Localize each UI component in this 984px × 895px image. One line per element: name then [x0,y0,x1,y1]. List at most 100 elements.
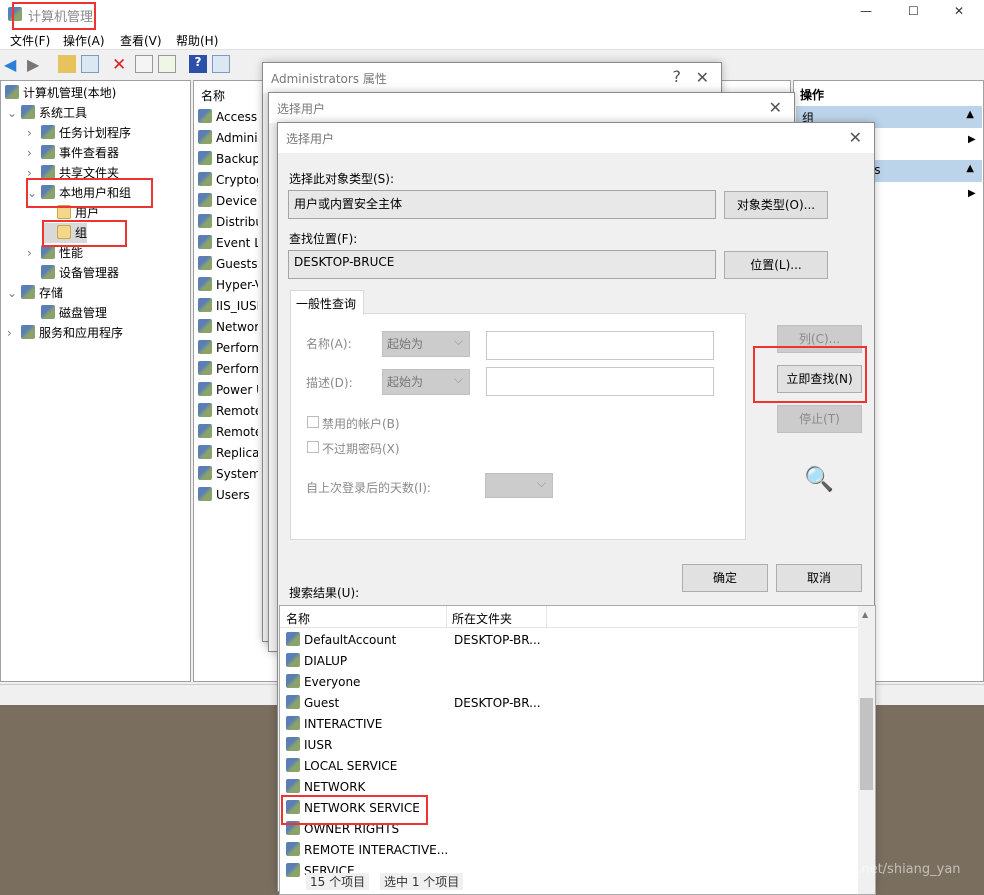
group-icon [198,109,212,123]
close-icon[interactable]: ✕ [696,68,709,87]
maximize-button[interactable]: ☐ [908,4,919,18]
up-folder-icon[interactable] [58,55,76,73]
export-icon[interactable] [158,55,176,73]
show-tree-icon[interactable] [81,55,99,73]
group-icon [286,716,300,730]
tree-item[interactable]: › 服务和应用程序 [7,323,123,343]
tree-item[interactable]: › 任务计划程序 [27,123,131,143]
description-mode-select[interactable]: 起始为 [382,369,470,395]
tree-item[interactable]: 设备管理器 [27,263,119,283]
tree-root[interactable]: 计算机管理(本地) [5,83,116,103]
days-since-logon-select[interactable] [485,473,553,498]
list-item[interactable]: Hyper-V [198,275,258,296]
forward-icon[interactable]: ▶ [27,55,45,74]
tree-item[interactable]: ⌄ 系统工具 [7,103,87,123]
result-row[interactable]: IUSR [286,735,866,756]
result-row[interactable]: DIALUP [286,651,866,672]
description-input[interactable] [486,367,714,396]
list-item[interactable]: Adminis [198,128,258,149]
list-item[interactable]: Perform [198,338,258,359]
list-item-label: Guests [216,257,258,271]
disabled-accounts-label: 禁用的帐户(B) [322,417,400,431]
result-row[interactable]: Everyone [286,672,866,693]
show-action-pane-icon[interactable] [212,55,230,73]
highlight-box-local-users-groups [26,178,153,208]
group-icon [198,151,212,165]
name-mode-select[interactable]: 起始为 [382,331,470,357]
results-header-folder[interactable]: 所在文件夹 [452,610,512,627]
help-icon[interactable]: ? [673,67,682,86]
result-row[interactable]: INTERACTIVE [286,714,866,735]
menu-action[interactable]: 操作(A) [63,32,105,49]
tab-common-queries[interactable]: 一般性查询 [290,290,364,315]
menu-file[interactable]: 文件(F) [10,32,50,49]
cancel-button[interactable]: 取消 [776,564,862,592]
result-row[interactable]: DefaultAccount DESKTOP-BR... [286,630,866,651]
expand-chevron-icon[interactable]: › [7,323,21,343]
back-icon[interactable]: ◀ [4,55,22,74]
expand-chevron-icon[interactable]: › [27,243,41,263]
menu-help[interactable]: 帮助(H) [176,32,218,49]
more-actions-arrow-icon[interactable]: ▶ [968,134,976,145]
object-types-button[interactable]: 对象类型(O)... [724,191,828,219]
list-item[interactable]: Perform [198,359,258,380]
close-button[interactable]: ✕ [954,4,964,18]
locations-button[interactable]: 位置(L)... [724,251,828,279]
list-item[interactable]: Users [198,485,258,506]
list-item[interactable]: Remote [198,422,258,443]
results-scrollbar[interactable]: ▲ [858,606,875,894]
expand-chevron-icon[interactable]: › [27,123,41,143]
list-item[interactable]: Networ [198,317,258,338]
name-input[interactable] [486,331,714,360]
result-row[interactable]: REMOTE INTERACTIVE... [286,840,866,861]
list-item[interactable]: Event Lo [198,233,258,254]
group-icon [198,256,212,270]
list-item[interactable]: Backup [198,149,258,170]
list-item-label: IIS_IUSR [216,299,258,313]
list-item[interactable]: Access [198,107,258,128]
help-icon[interactable]: ? [189,55,207,73]
minimize-button[interactable]: — [860,4,872,18]
more-actions-arrow-icon[interactable]: ▶ [968,188,976,199]
group-icon [198,361,212,375]
list-item[interactable]: Replicat [198,443,258,464]
result-name: INTERACTIVE [304,717,383,731]
tree-item-label: 设备管理器 [59,266,120,280]
list-item[interactable]: Cryptog [198,170,258,191]
tree-item[interactable]: 磁盘管理 [27,303,107,323]
select-users-dialog: 选择用户 ✕ 选择此对象类型(S): 用户或内置安全主体 对象类型(O)... … [277,122,876,895]
stop-button[interactable]: 停止(T) [777,405,862,433]
tree-item[interactable]: ⌄ 存储 [7,283,63,303]
list-item[interactable]: Power U [198,380,258,401]
expand-chevron-icon[interactable]: › [27,143,41,163]
ok-button[interactable]: 确定 [682,564,768,592]
dialog-title: Administrators 属性 [271,72,387,86]
close-icon[interactable]: ✕ [769,98,782,117]
tree-item-label: 事件查看器 [59,146,120,160]
close-icon[interactable]: ✕ [849,128,862,147]
list-item[interactable]: Device [198,191,258,212]
list-item[interactable]: System [198,464,258,485]
disabled-accounts-checkbox[interactable] [307,416,319,428]
list-item[interactable]: IIS_IUSR [198,296,258,317]
non-expiring-password-checkbox[interactable] [307,441,319,453]
menu-view[interactable]: 查看(V) [120,32,162,49]
delete-icon[interactable]: ✕ [112,55,130,75]
computer-icon [5,85,19,99]
result-name: REMOTE INTERACTIVE... [304,843,449,857]
expand-chevron-icon[interactable]: ⌄ [7,103,21,123]
result-row[interactable]: Guest DESKTOP-BR... [286,693,866,714]
list-item[interactable]: Guests [198,254,258,275]
results-header: 名称 所在文件夹 [280,606,860,628]
results-header-name[interactable]: 名称 [286,610,310,627]
list-item[interactable]: Remote [198,401,258,422]
expand-chevron-icon[interactable]: ⌄ [7,283,21,303]
result-row[interactable]: LOCAL SERVICE [286,756,866,777]
list-item[interactable]: Distribu [198,212,258,233]
tree-pane: 计算机管理(本地) ⌄ 系统工具 › 任务计划程序 › 事件查看器 › 共享文件夹 ⌄ 本地用户和… [0,80,191,682]
scrollbar-thumb[interactable] [860,698,873,790]
search-results-list[interactable]: 名称 所在文件夹 DefaultAccount DESKTOP-BR... DIAL… [279,605,876,895]
properties-icon[interactable] [135,55,153,73]
tree-item[interactable]: › 事件查看器 [27,143,119,163]
list-header-name[interactable]: 名称 [201,87,225,104]
